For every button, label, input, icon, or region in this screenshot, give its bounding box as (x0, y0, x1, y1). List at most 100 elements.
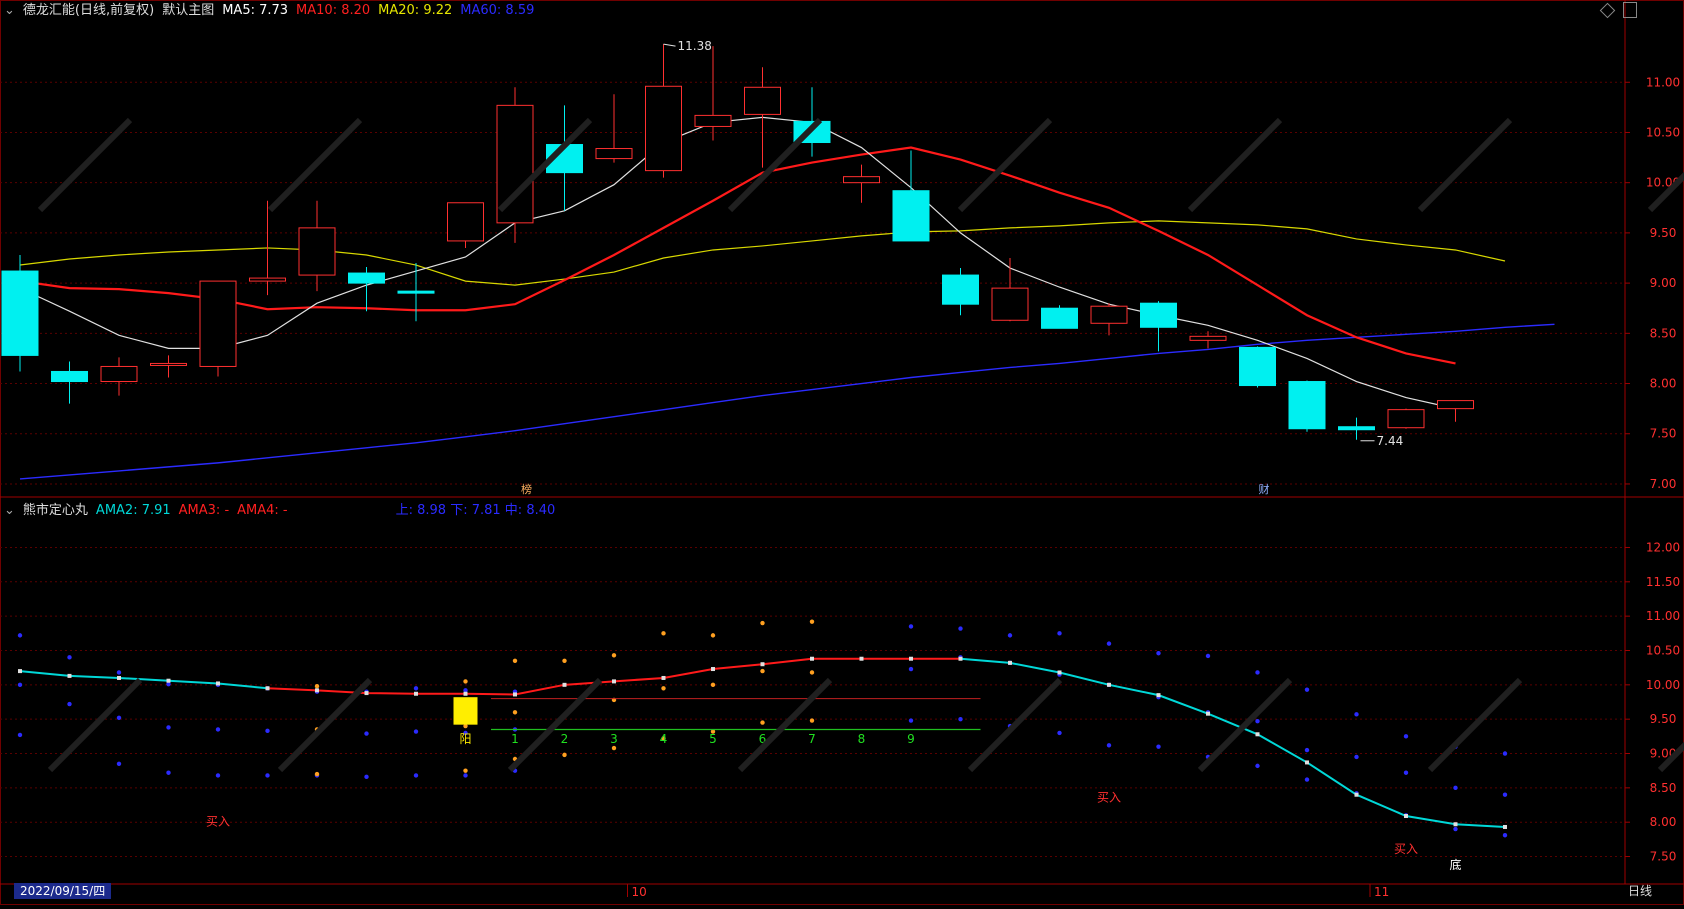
period-tab[interactable]: 日线 (1628, 883, 1652, 899)
band-dot (413, 729, 419, 734)
candle-up (298, 227, 336, 276)
band-dot (958, 716, 963, 722)
band-dot (413, 686, 419, 691)
ama2-point (1206, 711, 1210, 716)
band-dot (1255, 763, 1260, 769)
candle-up (991, 287, 1029, 321)
ama2-point (513, 692, 517, 697)
band-dot-highlight (562, 752, 567, 758)
stock-title[interactable]: 德龙汇能(日线,前复权) (23, 3, 154, 18)
candle-down (1239, 346, 1276, 387)
buy-signal-label: 买入 (1394, 842, 1418, 856)
band-dot (1156, 744, 1161, 749)
candle-down (348, 272, 385, 284)
buy-signal-label: 买入 (1097, 791, 1121, 805)
event-marker-icon: 榜 (521, 482, 532, 496)
count-label: 1 (511, 732, 519, 746)
band-dot-highlight (710, 633, 716, 638)
ama2-point (117, 675, 121, 680)
candle-up (1387, 409, 1425, 429)
band-dot (413, 773, 419, 778)
ama2-point (760, 662, 765, 667)
candle-up (199, 280, 237, 367)
count-label: 7 (808, 732, 816, 746)
band-dot (1255, 670, 1260, 675)
y-tick-label: 12.00 (1646, 540, 1680, 554)
window-toggle-icon[interactable] (1623, 2, 1637, 18)
y-tick-label: 8.00 (1650, 377, 1677, 391)
y-tick-label: 10.50 (1646, 125, 1680, 139)
band-dot-highlight (809, 718, 815, 723)
candle-down (1338, 426, 1375, 431)
indicator-title[interactable]: 熊市定心丸 (23, 503, 88, 518)
band-dot (1304, 687, 1310, 692)
band-dot (215, 727, 221, 732)
ama3-value: AMA3: - (178, 503, 230, 518)
watermark-stroke (47, 677, 143, 773)
band-dot (1502, 833, 1508, 838)
band-dot-highlight (760, 720, 765, 725)
ama2-point (1404, 814, 1408, 819)
watermark-stroke (1427, 677, 1523, 773)
y-tick-label: 8.00 (1650, 815, 1677, 829)
ama2-line (19, 670, 268, 690)
y-tick-label: 11.00 (1646, 75, 1680, 89)
count-label: 8 (858, 732, 866, 746)
y-tick-label: 7.50 (1650, 850, 1677, 864)
chevron-down-icon[interactable]: ⌄ (4, 503, 15, 518)
band-dot-highlight (512, 658, 518, 663)
y-tick-label: 9.50 (1650, 226, 1677, 240)
low-price-label: 7.44 (1377, 434, 1404, 448)
band-dot (1255, 719, 1260, 724)
band-dot (215, 773, 221, 778)
watermark-stroke (37, 117, 133, 213)
band-dot-highlight (611, 745, 617, 751)
ama2-point (265, 686, 270, 691)
candle-down (942, 274, 979, 305)
x-tick-label: 10 (632, 885, 647, 899)
band-dot (17, 633, 23, 638)
band-dot (265, 773, 270, 778)
band-dot (1304, 777, 1310, 782)
band-dot-highlight (463, 768, 468, 773)
y-tick-label: 8.50 (1650, 781, 1677, 795)
ma20-line (19, 220, 1506, 286)
candle-down (892, 190, 930, 242)
ama2-point (414, 691, 418, 696)
candle-up (100, 365, 138, 383)
band-dot (116, 670, 122, 675)
chart-template-name[interactable]: 默认主图 (162, 3, 214, 18)
band-dot-highlight (760, 620, 765, 626)
ama2-point (1354, 792, 1359, 797)
chevron-down-icon[interactable]: ⌄ (4, 3, 15, 18)
cursor-date: 2022/09/15/四 (14, 883, 112, 899)
candle-up (1189, 335, 1227, 341)
band-dot-highlight (809, 619, 815, 624)
sub-chart-header: ⌄ 熊市定心丸 AMA2: 7.91 AMA3: - AMA4: - 上: 8.98 下:… (4, 500, 563, 522)
band-dot (463, 773, 468, 778)
ama2-point (18, 669, 22, 674)
band-dot-highlight (661, 686, 666, 691)
ama4-value: AMA4: - (237, 503, 288, 518)
chart-stage: 7.00 7.50 8.00 8.50 9.00 9.50 10.00 10.50 11.00 7… (0, 0, 1684, 905)
band-dot-highlight (760, 668, 765, 674)
candle-up (744, 86, 781, 115)
candle-down (1, 270, 39, 356)
band-dot (908, 624, 914, 629)
band-dot-highlight (314, 771, 320, 777)
band-dot-highlight (611, 653, 617, 658)
ama2-point (1503, 824, 1507, 829)
watermark-stroke (957, 117, 1053, 213)
band-values: 上: 8.98 下: 7.81 中: 8.40 (395, 503, 556, 518)
y-tick-label: 7.50 (1650, 427, 1677, 441)
count-label: 4 (660, 732, 668, 746)
bottom-signal-label: 底 (1449, 857, 1461, 872)
ama2-point (1107, 682, 1111, 687)
ama2-point (1255, 732, 1260, 737)
band-dot (1403, 734, 1409, 739)
ama2-point (166, 678, 171, 683)
kline-chart[interactable]: 7.00 7.50 8.00 8.50 9.00 9.50 10.00 10.50 11.00 7… (0, 0, 1684, 905)
candle-up (1437, 400, 1474, 410)
ama2-point (859, 656, 864, 661)
band-dot (1205, 653, 1211, 659)
